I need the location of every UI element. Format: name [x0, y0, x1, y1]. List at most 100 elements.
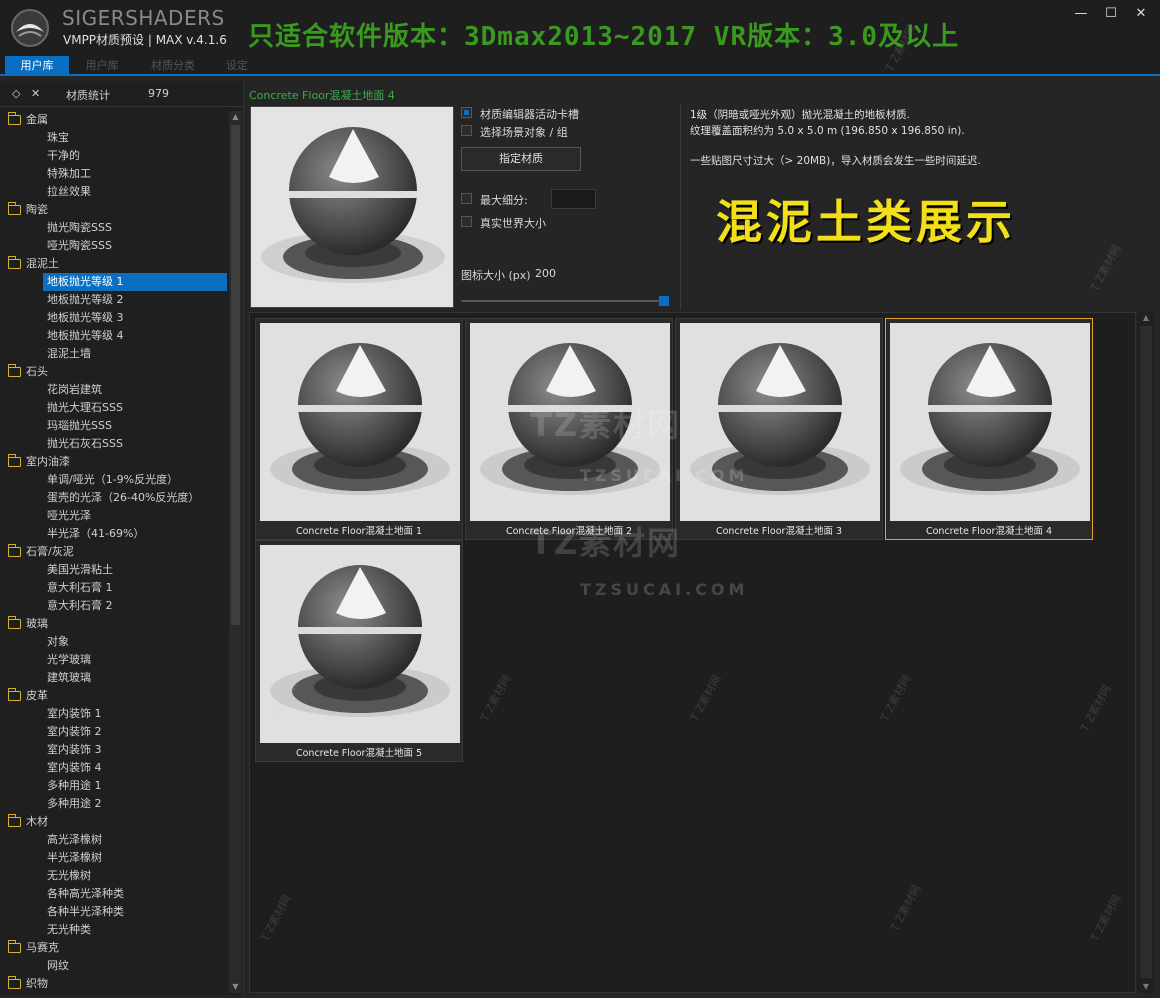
tree-label: 意大利石膏 1 [47, 581, 113, 594]
tree-item[interactable]: 意大利石膏 1 [0, 579, 228, 597]
tree-item[interactable]: 抛光陶瓷SSS [0, 219, 228, 237]
tree-item[interactable]: 混泥土墙 [0, 345, 228, 363]
tree-item[interactable]: 半光泽橡树 [0, 849, 228, 867]
tree-category[interactable]: 织物 [0, 975, 228, 991]
scroll-up-icon[interactable]: ▲ [229, 111, 242, 123]
tree-item[interactable]: 干净的 [0, 147, 228, 165]
tree-category[interactable]: 石头 [0, 363, 228, 381]
grid-scrollbar[interactable]: ▲ ▼ [1137, 312, 1155, 993]
tree-item[interactable]: 室内装饰 1 [0, 705, 228, 723]
tree-item[interactable]: 抛光大理石SSS [0, 399, 228, 417]
tree-label: 马赛克 [26, 941, 59, 954]
tree-label: 金属 [26, 113, 48, 126]
tab-user-library-2[interactable]: 用户库 [72, 56, 132, 76]
assign-material-button[interactable]: 指定材质 [461, 147, 581, 171]
folder-icon [7, 616, 21, 629]
tree-item[interactable]: 室内装饰 4 [0, 759, 228, 777]
tree-item[interactable]: 哑光陶瓷SSS [0, 237, 228, 255]
grid-scroll-down-icon[interactable]: ▼ [1137, 981, 1155, 993]
tree-item[interactable]: 珠宝 [0, 129, 228, 147]
thumbnail-caption: Concrete Floor混凝土地面 4 [925, 526, 1053, 537]
tree-label: 珠宝 [47, 131, 69, 144]
thumbnail-image [260, 323, 460, 521]
material-thumbnail[interactable]: Concrete Floor混凝土地面 1 [255, 318, 463, 540]
maximize-button[interactable]: ☐ [1096, 4, 1126, 24]
tree-category[interactable]: 混泥土 [0, 255, 228, 273]
max-subdiv-checkbox[interactable] [461, 193, 472, 204]
tree-item[interactable]: 建筑玻璃 [0, 669, 228, 687]
thumbnail-caption: Concrete Floor混凝土地面 3 [715, 526, 843, 537]
tree-item[interactable]: 网纹 [0, 957, 228, 975]
tree-item[interactable]: 各种高光泽种类 [0, 885, 228, 903]
close-button[interactable]: ✕ [1126, 4, 1156, 24]
tree-category[interactable]: 室内油漆 [0, 453, 228, 471]
tree-item[interactable]: 单调/哑光（1-9%反光度） [0, 471, 228, 489]
tab-material-categories[interactable]: 材质分类 [140, 56, 206, 76]
icon-size-slider[interactable] [461, 296, 669, 306]
tree-label: 半光泽（41-69%） [47, 527, 145, 540]
tree-label: 木材 [26, 815, 48, 828]
tree-category[interactable]: 石膏/灰泥 [0, 543, 228, 561]
tree-item[interactable]: 无光橡树 [0, 867, 228, 885]
scroll-down-icon[interactable]: ▼ [229, 981, 242, 993]
tree-item[interactable]: 抛光石灰石SSS [0, 435, 228, 453]
tab-settings[interactable]: 设定 [212, 56, 262, 76]
expand-icon[interactable]: ◇ [12, 87, 20, 100]
grid-scrollbar-thumb[interactable] [1140, 326, 1152, 978]
tree-label: 多种用途 2 [47, 797, 102, 810]
editor-slot-checkbox[interactable] [461, 107, 472, 118]
slider-handle[interactable] [659, 296, 669, 306]
tree-item[interactable]: 特殊加工 [0, 165, 228, 183]
tree-item[interactable]: 意大利石膏 2 [0, 597, 228, 615]
tree-item[interactable]: 半光泽（41-69%） [0, 525, 228, 543]
minimize-button[interactable]: — [1066, 4, 1096, 24]
max-subdiv-input[interactable] [551, 189, 596, 209]
tree-item[interactable]: 花岗岩建筑 [0, 381, 228, 399]
thumbnail-grid: Concrete Floor混凝土地面 1 Concrete Floor混凝土地… [249, 312, 1136, 993]
tree-category[interactable]: 陶瓷 [0, 201, 228, 219]
select-scene-checkbox[interactable] [461, 125, 472, 136]
tree-item[interactable]: 光学玻璃 [0, 651, 228, 669]
tree-category[interactable]: 金属 [0, 111, 228, 129]
tree-category[interactable]: 木材 [0, 813, 228, 831]
tab-user-library[interactable]: 用户库 [5, 56, 69, 76]
tree-item[interactable]: 地板抛光等级 1 [43, 273, 227, 291]
tree-item[interactable]: 室内装饰 2 [0, 723, 228, 741]
tree-item[interactable]: 哑光光泽 [0, 507, 228, 525]
tree-item[interactable]: 对象 [0, 633, 228, 651]
material-thumbnail[interactable]: Concrete Floor混凝土地面 3 [675, 318, 883, 540]
tree-item[interactable]: 玛瑙抛光SSS [0, 417, 228, 435]
tree-label: 拉丝效果 [47, 185, 91, 198]
collapse-icon[interactable]: ✕ [31, 87, 40, 100]
tree-label: 抛光陶瓷SSS [47, 221, 112, 234]
tree-item[interactable]: 室内装饰 3 [0, 741, 228, 759]
tree-item[interactable]: 各种半光泽种类 [0, 903, 228, 921]
tree-category[interactable]: 马赛克 [0, 939, 228, 957]
tree-item[interactable]: 无光种类 [0, 921, 228, 939]
tree-item[interactable]: 多种用途 2 [0, 795, 228, 813]
tree-item[interactable]: 地板抛光等级 4 [0, 327, 228, 345]
real-world-checkbox[interactable] [461, 216, 472, 227]
divider [680, 104, 681, 310]
tree-item[interactable]: 拉丝效果 [0, 183, 228, 201]
tree-label: 光学玻璃 [47, 653, 91, 666]
scrollbar-thumb[interactable] [231, 125, 240, 625]
material-thumbnail[interactable]: Concrete Floor混凝土地面 5 [255, 540, 463, 762]
tree-label: 对象 [47, 635, 69, 648]
watermark-logo-2: TZ素材网 [530, 524, 682, 562]
grid-scroll-up-icon[interactable]: ▲ [1137, 312, 1155, 324]
tree-category[interactable]: 玻璃 [0, 615, 228, 633]
sidebar-scrollbar[interactable]: ▲ ▼ [229, 111, 242, 993]
tree-item[interactable]: 高光泽橡树 [0, 831, 228, 849]
tree-item[interactable]: 蛋壳的光泽（26-40%反光度） [0, 489, 228, 507]
tree-category[interactable]: 皮革 [0, 687, 228, 705]
tab-bar: 用户库 用户库 材质分类 设定 [0, 56, 1160, 76]
tree-item[interactable]: 地板抛光等级 3 [0, 309, 228, 327]
tree-label: 各种高光泽种类 [47, 887, 124, 900]
tree-item[interactable]: 多种用途 1 [0, 777, 228, 795]
tree-item[interactable]: 美国光滑粘土 [0, 561, 228, 579]
material-thumbnail[interactable]: Concrete Floor混凝土地面 4 [885, 318, 1093, 540]
tree-item[interactable]: 地板抛光等级 2 [0, 291, 228, 309]
tree-label: 地板抛光等级 3 [47, 311, 124, 324]
watermark-logo: TZ素材网 [530, 406, 682, 444]
